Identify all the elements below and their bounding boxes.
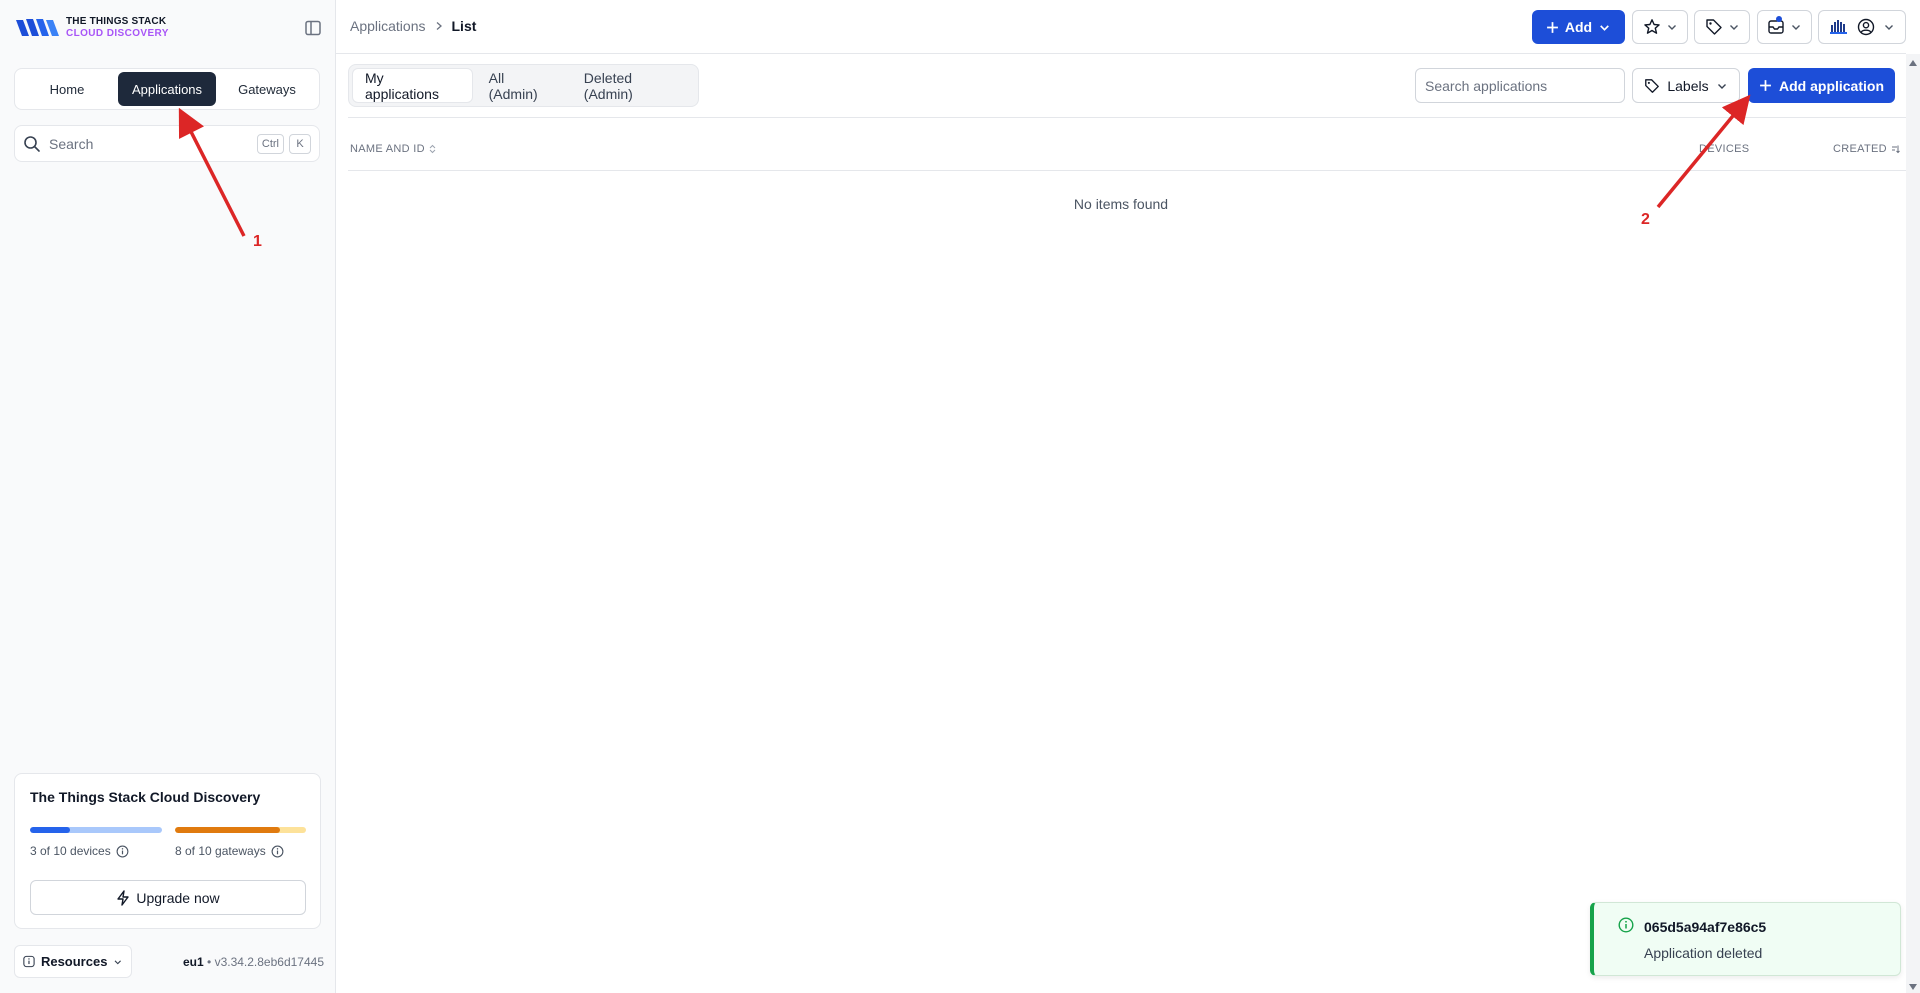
add-application-button[interactable]: Add application xyxy=(1748,68,1895,103)
tab-my-applications[interactable]: My applications xyxy=(352,68,473,103)
resources-button[interactable]: Resources xyxy=(14,945,132,978)
info-icon xyxy=(23,955,35,968)
breadcrumb: Applications List xyxy=(350,18,476,34)
org-icon xyxy=(1830,20,1847,34)
info-icon[interactable] xyxy=(271,845,284,858)
add-application-label: Add application xyxy=(1779,77,1884,94)
devices-usage: 3 of 10 devices xyxy=(30,844,129,858)
gateways-usage-fill xyxy=(175,827,280,833)
chevron-down-icon xyxy=(1717,83,1726,89)
shortcut-ctrl: Ctrl xyxy=(256,133,284,154)
upgrade-label: Upgrade now xyxy=(136,889,220,906)
labels-label: Labels xyxy=(1667,77,1709,94)
tab-all-admin[interactable]: All (Admin) xyxy=(477,68,568,103)
labels-filter-button[interactable]: Labels xyxy=(1632,68,1740,103)
upgrade-button[interactable]: Upgrade now xyxy=(30,880,306,915)
bookmarks-button[interactable] xyxy=(1632,10,1688,44)
brand-logo[interactable]: THE THINGS STACK CLOUD DISCOVERY xyxy=(14,16,169,40)
toolbar-divider xyxy=(348,117,1906,118)
add-dropdown-button[interactable]: Add xyxy=(1532,10,1625,44)
search-icon xyxy=(24,135,40,152)
empty-state: No items found xyxy=(1073,196,1169,212)
search-applications-input[interactable] xyxy=(1415,68,1625,103)
gateways-usage: 8 of 10 gateways xyxy=(175,844,284,858)
toast-notification: 065d5a94af7e86c5 Application deleted xyxy=(1590,902,1901,976)
tag-icon xyxy=(1645,78,1660,93)
info-icon xyxy=(1618,917,1634,933)
chevron-down-icon xyxy=(1667,25,1676,30)
user-icon xyxy=(1857,18,1875,36)
sidebar-search-placeholder: Search xyxy=(49,135,94,152)
tags-button[interactable] xyxy=(1694,10,1750,44)
plan-title: The Things Stack Cloud Discovery xyxy=(30,789,261,805)
account-menu-button[interactable] xyxy=(1818,10,1906,44)
notifications-button[interactable] xyxy=(1757,10,1812,44)
toast-title: 065d5a94af7e86c5 xyxy=(1644,919,1767,935)
devices-usage-label: 3 of 10 devices xyxy=(30,844,111,858)
bolt-icon xyxy=(117,889,130,906)
chevron-down-icon xyxy=(1792,25,1800,30)
chevron-down-icon xyxy=(1600,24,1609,31)
column-name-and-id[interactable]: NAME AND ID xyxy=(350,143,436,155)
brand-line-1: THE THINGS STACK xyxy=(66,16,167,27)
logo-icon xyxy=(16,19,59,36)
column-created-label: CREATED xyxy=(1833,143,1887,155)
sidebar-toggle-icon[interactable] xyxy=(304,19,322,37)
shortcut-k: K xyxy=(289,133,311,154)
scroll-down-arrow[interactable] xyxy=(1909,984,1917,990)
tag-icon xyxy=(1705,19,1722,35)
chevron-down-icon xyxy=(1885,25,1893,30)
build-version: v3.34.2.8eb6d17445 xyxy=(214,955,324,969)
breadcrumb-list: List xyxy=(451,18,477,34)
resources-label: Resources xyxy=(40,954,108,969)
devices-usage-bar xyxy=(30,827,162,833)
section-switcher: Home Applications Gateways xyxy=(14,68,320,110)
column-name-and-id-label: NAME AND ID xyxy=(350,143,425,155)
devices-usage-fill xyxy=(30,827,70,833)
sort-icon xyxy=(429,144,436,154)
sidebar: THE THINGS STACK CLOUD DISCOVERY Home Ap… xyxy=(0,0,336,993)
scroll-up-arrow[interactable] xyxy=(1909,60,1917,66)
star-icon xyxy=(1643,19,1660,34)
toast-message: Application deleted xyxy=(1644,945,1763,961)
sidebar-search[interactable]: Search Ctrl K xyxy=(14,125,320,162)
switcher-gateways[interactable]: Gateways xyxy=(218,72,316,106)
column-devices-label: DEVICES xyxy=(1699,143,1750,155)
page-scrollbar[interactable] xyxy=(1906,54,1920,993)
chevron-right-icon xyxy=(436,22,442,30)
notification-dot xyxy=(1776,16,1782,22)
chevron-down-icon xyxy=(1729,25,1738,30)
annotation-label-2: 2 xyxy=(1641,211,1650,228)
gateways-usage-bar xyxy=(175,827,306,833)
plus-icon xyxy=(1760,80,1771,91)
info-icon[interactable] xyxy=(116,845,129,858)
switcher-home[interactable]: Home xyxy=(18,72,116,106)
plus-icon xyxy=(1546,21,1558,33)
switcher-applications[interactable]: Applications xyxy=(118,72,216,106)
top-bar: Applications List Add xyxy=(336,0,1906,54)
gateways-usage-label: 8 of 10 gateways xyxy=(175,844,266,858)
sort-icon xyxy=(1891,145,1900,154)
table-header-divider xyxy=(348,170,1906,171)
breadcrumb-applications[interactable]: Applications xyxy=(350,18,426,34)
brand-line-2: CLOUD DISCOVERY xyxy=(66,28,169,39)
plan-card: The Things Stack Cloud Discovery 3 of 10… xyxy=(14,773,321,929)
cluster-id: eu1 xyxy=(183,955,204,969)
column-devices: DEVICES xyxy=(1699,143,1749,155)
column-created[interactable]: CREATED xyxy=(1833,143,1900,155)
tab-deleted-admin[interactable]: Deleted (Admin) xyxy=(572,68,695,103)
annotation-label-1: 1 xyxy=(253,233,262,250)
chevron-down-icon xyxy=(115,959,122,964)
version-info: eu1 • v3.34.2.8eb6d17445 xyxy=(183,955,324,969)
add-label: Add xyxy=(1564,19,1593,35)
version-separator: • xyxy=(203,955,215,969)
application-tabs: My applications All (Admin) Deleted (Adm… xyxy=(348,64,699,107)
